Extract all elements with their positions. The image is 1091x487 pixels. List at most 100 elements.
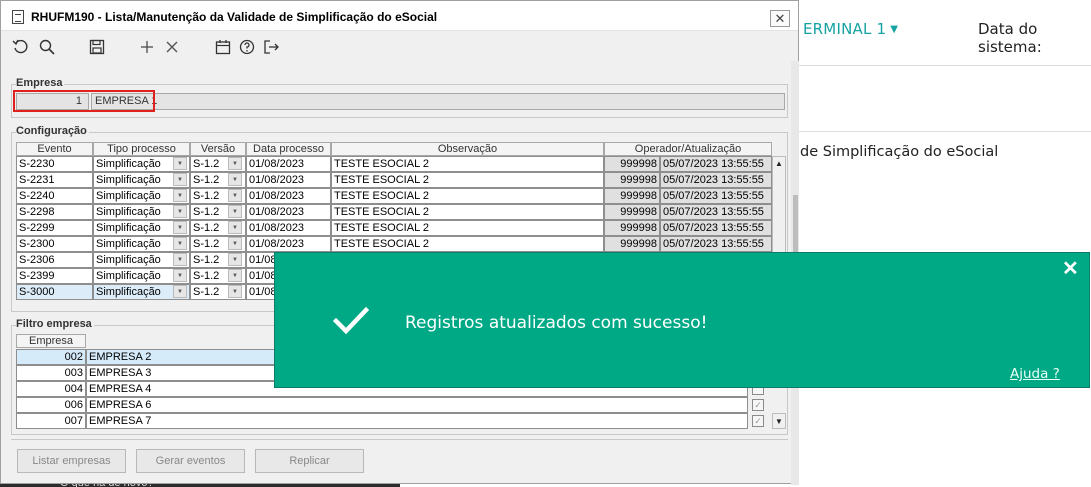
evento-cell[interactable]: S-2230 bbox=[16, 156, 93, 172]
close-toast-icon[interactable]: ✕ bbox=[1062, 259, 1079, 279]
exit-icon[interactable] bbox=[261, 37, 281, 57]
terminal-label: ERMINAL 1 bbox=[803, 20, 887, 38]
terminal-selector[interactable]: ERMINAL 1 ▼ bbox=[803, 20, 898, 38]
versao-dropdown-icon[interactable] bbox=[228, 157, 242, 170]
empresa-name-cell[interactable]: EMPRESA 6 bbox=[86, 397, 748, 413]
dialog-window: RHUFM190 - Lista/Manutenção da Validade … bbox=[0, 0, 799, 485]
empresa-name-cell[interactable]: EMPRESA 7 bbox=[86, 413, 748, 429]
column-header-observacao[interactable]: Observação bbox=[331, 142, 604, 156]
tipo-processo-dropdown-icon[interactable] bbox=[173, 253, 187, 266]
title-divider bbox=[799, 131, 1091, 132]
focus-highlight bbox=[13, 90, 155, 112]
versao-dropdown-icon[interactable] bbox=[228, 237, 242, 250]
config-row[interactable]: S-2240 Simplificação S-1.2 01/08/2023 TESTE … bbox=[16, 188, 772, 204]
footer-divider bbox=[11, 439, 788, 440]
empresa-checkbox[interactable]: ✓ bbox=[752, 415, 764, 427]
success-toast: ✕ Registros atualizados com sucesso! Aju… bbox=[274, 252, 1090, 388]
replicar-button[interactable]: Replicar bbox=[255, 449, 364, 473]
help-icon[interactable] bbox=[237, 37, 257, 57]
data-processo-cell[interactable]: 01/08/2023 bbox=[246, 172, 331, 188]
config-row[interactable]: S-2299 Simplificação S-1.2 01/08/2023 TESTE … bbox=[16, 220, 772, 236]
data-processo-cell[interactable]: 01/08/2023 bbox=[246, 236, 331, 252]
tipo-processo-dropdown-icon[interactable] bbox=[173, 237, 187, 250]
evento-cell[interactable]: S-3000 bbox=[16, 284, 93, 300]
versao-dropdown-icon[interactable] bbox=[228, 285, 242, 298]
column-header-versao[interactable]: Versão bbox=[190, 142, 246, 156]
undo-icon[interactable] bbox=[10, 37, 30, 57]
column-header-tipo-processo[interactable]: Tipo processo bbox=[93, 142, 190, 156]
observacao-cell[interactable]: TESTE ESOCIAL 2 bbox=[331, 204, 604, 220]
column-header-operador-atualizacao[interactable]: Operador/Atualização bbox=[604, 142, 772, 156]
config-row[interactable]: S-2300 Simplificação S-1.2 01/08/2023 TESTE … bbox=[16, 236, 772, 252]
versao-dropdown-icon[interactable] bbox=[228, 253, 242, 266]
empresa-code-cell[interactable]: 006 bbox=[16, 397, 86, 413]
tipo-processo-dropdown-icon[interactable] bbox=[173, 269, 187, 282]
caret-down-icon: ▼ bbox=[890, 24, 899, 35]
scroll-down-icon[interactable]: ▼ bbox=[773, 415, 785, 428]
filtro-grid-scrollbar[interactable]: ▼ bbox=[772, 413, 786, 429]
evento-cell[interactable]: S-2399 bbox=[16, 268, 93, 284]
listar-empresas-button[interactable]: Listar empresas bbox=[17, 449, 126, 473]
atualizacao-cell: 05/07/2023 13:55:55 bbox=[660, 172, 772, 188]
operador-cell: 999998 bbox=[604, 220, 660, 236]
versao-dropdown-icon[interactable] bbox=[228, 269, 242, 282]
data-processo-cell[interactable]: 01/08/2023 bbox=[246, 188, 331, 204]
add-icon[interactable] bbox=[137, 37, 157, 57]
empresa-checkbox[interactable]: ✓ bbox=[752, 399, 764, 411]
empresa-code-cell[interactable]: 002 bbox=[16, 349, 86, 365]
versao-dropdown-icon[interactable] bbox=[228, 221, 242, 234]
operador-cell: 999998 bbox=[604, 236, 660, 252]
close-window-button[interactable]: ✕ bbox=[770, 10, 790, 27]
evento-cell[interactable]: S-2231 bbox=[16, 172, 93, 188]
tipo-processo-dropdown-icon[interactable] bbox=[173, 285, 187, 298]
data-processo-cell[interactable]: 01/08/2023 bbox=[246, 156, 331, 172]
versao-dropdown-icon[interactable] bbox=[228, 205, 242, 218]
evento-cell[interactable]: S-2299 bbox=[16, 220, 93, 236]
evento-cell[interactable]: S-2306 bbox=[16, 252, 93, 268]
observacao-cell[interactable]: TESTE ESOCIAL 2 bbox=[331, 156, 604, 172]
column-header-data-processo[interactable]: Data processo bbox=[246, 142, 331, 156]
configuracao-group-label: Configuração bbox=[16, 125, 89, 137]
observacao-cell[interactable]: TESTE ESOCIAL 2 bbox=[331, 236, 604, 252]
data-processo-cell[interactable]: 01/08/2023 bbox=[246, 204, 331, 220]
tipo-processo-dropdown-icon[interactable] bbox=[173, 221, 187, 234]
observacao-cell[interactable]: TESTE ESOCIAL 2 bbox=[331, 220, 604, 236]
evento-cell[interactable]: S-2298 bbox=[16, 204, 93, 220]
toast-help-link[interactable]: Ajuda ? bbox=[1010, 366, 1060, 382]
gerar-eventos-button[interactable]: Gerar eventos bbox=[136, 449, 245, 473]
tipo-processo-dropdown-icon[interactable] bbox=[173, 173, 187, 186]
versao-dropdown-icon[interactable] bbox=[228, 173, 242, 186]
tipo-processo-dropdown-icon[interactable] bbox=[173, 205, 187, 218]
empresa-code-cell[interactable]: 004 bbox=[16, 381, 86, 397]
config-row[interactable]: S-2230 Simplificação S-1.2 01/08/2023 TESTE … bbox=[16, 156, 772, 172]
data-processo-cell[interactable]: 01/08/2023 bbox=[246, 220, 331, 236]
config-row[interactable]: S-2298 Simplificação S-1.2 01/08/2023 TESTE … bbox=[16, 204, 772, 220]
atualizacao-cell: 05/07/2023 13:55:55 bbox=[660, 204, 772, 220]
empresa-row[interactable]: 007 EMPRESA 7 ✓ bbox=[16, 413, 772, 429]
operador-cell: 999998 bbox=[604, 156, 660, 172]
empresa-row[interactable]: 006 EMPRESA 6 ✓ bbox=[16, 397, 772, 413]
operador-cell: 999998 bbox=[604, 172, 660, 188]
filtro-group-label: Filtro empresa bbox=[16, 318, 94, 330]
delete-icon[interactable] bbox=[162, 37, 182, 57]
evento-cell[interactable]: S-2300 bbox=[16, 236, 93, 252]
empresa-code-cell[interactable]: 003 bbox=[16, 365, 86, 381]
search-icon[interactable] bbox=[37, 37, 57, 57]
versao-dropdown-icon[interactable] bbox=[228, 189, 242, 202]
scroll-up-icon[interactable]: ▲ bbox=[773, 157, 785, 170]
column-header-empresa[interactable]: Empresa bbox=[16, 334, 86, 348]
tipo-processo-dropdown-icon[interactable] bbox=[173, 189, 187, 202]
system-date-label: Data do sistema: bbox=[978, 20, 1042, 56]
tipo-processo-dropdown-icon[interactable] bbox=[173, 157, 187, 170]
empresa-code-cell[interactable]: 007 bbox=[16, 413, 86, 429]
observacao-cell[interactable]: TESTE ESOCIAL 2 bbox=[331, 188, 604, 204]
calendar-icon[interactable] bbox=[213, 37, 233, 57]
column-header-evento[interactable]: Evento bbox=[16, 142, 93, 156]
atualizacao-cell: 05/07/2023 13:55:55 bbox=[660, 188, 772, 204]
save-icon[interactable] bbox=[87, 37, 107, 57]
observacao-cell[interactable]: TESTE ESOCIAL 2 bbox=[331, 172, 604, 188]
toast-message: Registros atualizados com sucesso! bbox=[405, 313, 708, 333]
config-row[interactable]: S-2231 Simplificação S-1.2 01/08/2023 TESTE … bbox=[16, 172, 772, 188]
evento-cell[interactable]: S-2240 bbox=[16, 188, 93, 204]
operador-cell: 999998 bbox=[604, 204, 660, 220]
